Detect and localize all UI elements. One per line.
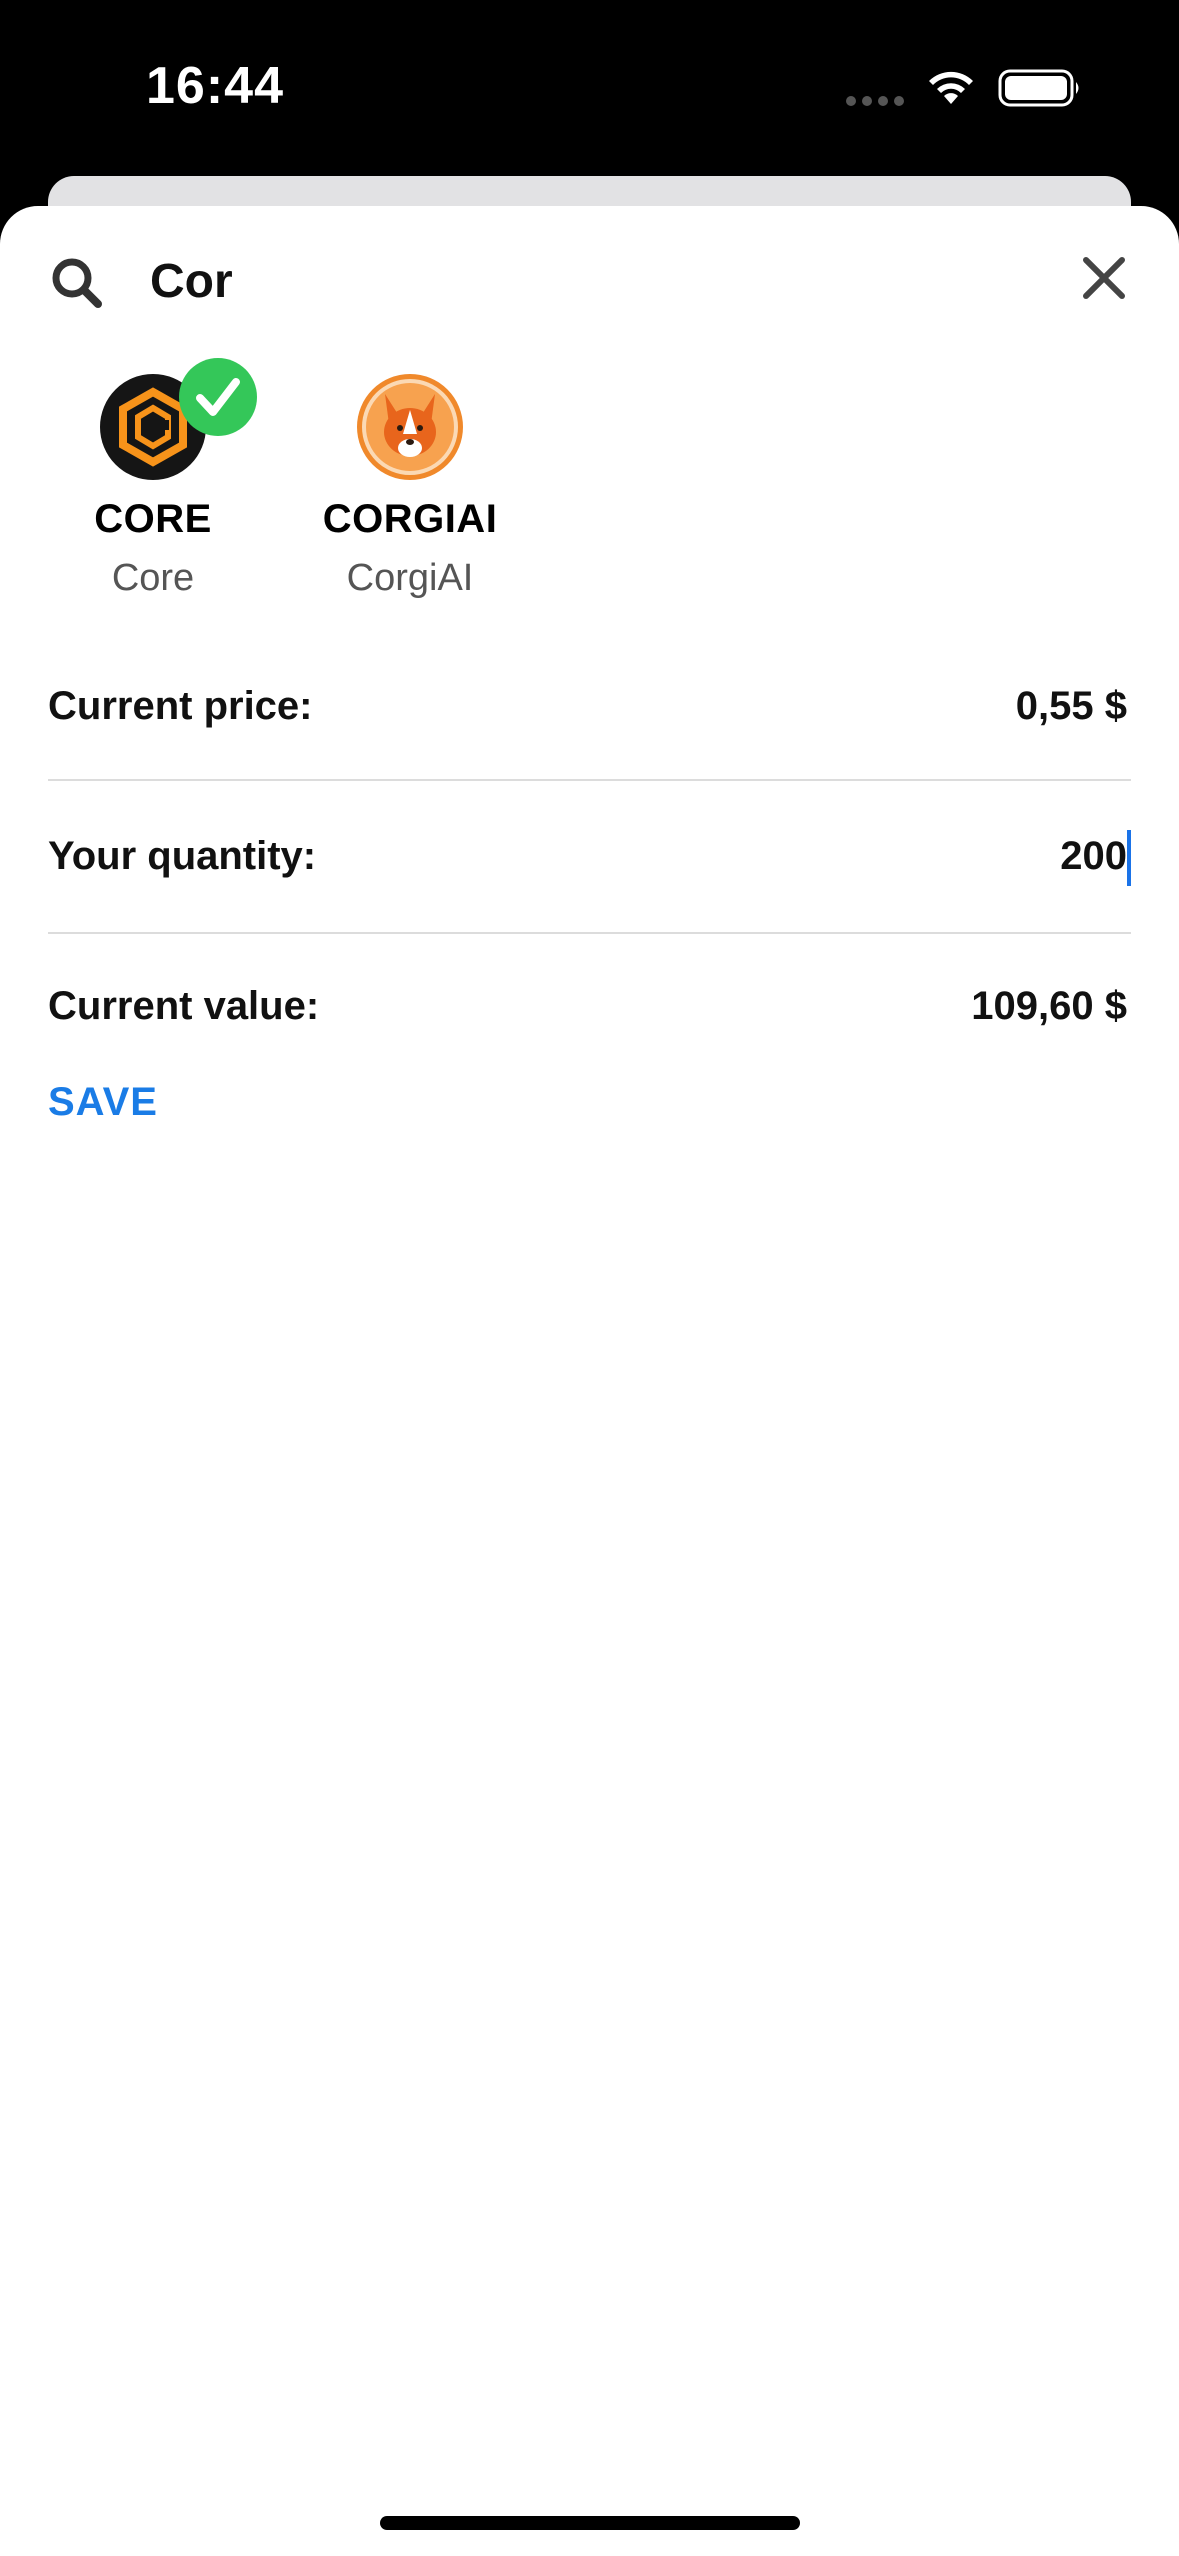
current-value-label: Current value: (48, 984, 320, 1028)
current-value-row: Current value: 109,60 $ (48, 956, 1131, 1056)
battery-icon (998, 69, 1079, 107)
corgiai-logo-icon (357, 374, 463, 480)
quantity-label: Your quantity: (48, 834, 317, 878)
status-time: 16:44 (146, 57, 284, 115)
coin-symbol: CORGIAI (322, 497, 498, 541)
home-indicator[interactable] (380, 2516, 800, 2530)
status-bar: 16:44 (0, 0, 1179, 176)
coin-name: Core (111, 557, 195, 599)
coin-name: CorgiAI (346, 557, 474, 599)
selected-check-icon (179, 358, 257, 436)
divider (48, 932, 1131, 934)
search-input[interactable] (150, 248, 950, 314)
divider (48, 779, 1131, 781)
text-caret (1127, 830, 1131, 886)
current-price-row: Current price: 0,55 $ (48, 656, 1131, 756)
quantity-row: Your quantity: (48, 806, 1131, 906)
result-item-corgiai[interactable]: CORGIAI CorgiAI (290, 372, 530, 602)
quantity-input[interactable] (727, 828, 1127, 884)
cellular-signal-icon (846, 96, 904, 106)
current-value-value: 109,60 $ (971, 984, 1127, 1028)
coin-symbol: CORE (94, 497, 212, 541)
current-price-value: 0,55 $ (1015, 684, 1127, 728)
wifi-icon (929, 71, 973, 104)
search-icon (52, 258, 102, 308)
save-button[interactable]: SAVE (48, 1080, 158, 1125)
close-icon[interactable] (1080, 254, 1128, 302)
current-price-label: Current price: (48, 684, 313, 728)
